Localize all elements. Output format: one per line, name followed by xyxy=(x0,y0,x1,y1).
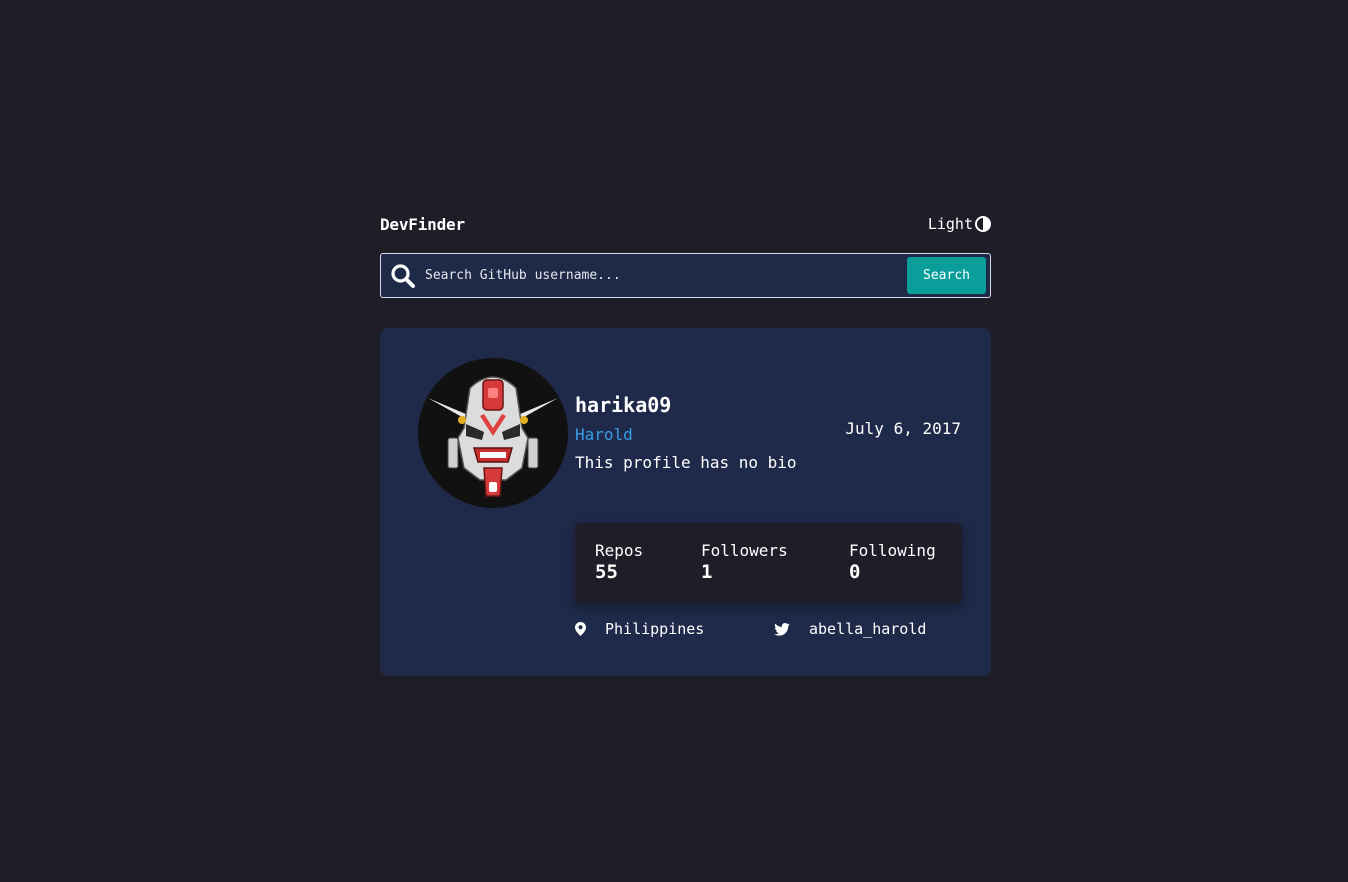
header: DevFinder Light xyxy=(380,210,991,238)
twitter-item[interactable]: abella_harold xyxy=(774,620,926,638)
stat-following: Following 0 xyxy=(849,541,936,583)
stat-repos-label: Repos xyxy=(595,541,644,560)
location-text: Philippines xyxy=(605,620,705,638)
avatar-image xyxy=(418,358,568,508)
stats-panel: Repos 55 Followers 1 Following 0 xyxy=(575,523,962,603)
search-bar: Search xyxy=(380,253,991,298)
stat-following-value: 0 xyxy=(849,561,861,583)
stat-followers-label: Followers xyxy=(701,541,788,560)
bio: This profile has no bio xyxy=(575,453,797,472)
twitter-icon xyxy=(774,622,790,636)
join-date: July 6, 2017 xyxy=(845,419,961,438)
avatar xyxy=(418,358,568,508)
map-pin-icon xyxy=(575,622,586,636)
stat-followers: Followers 1 xyxy=(701,541,788,583)
stat-repos: Repos 55 xyxy=(595,541,643,583)
search-button[interactable]: Search xyxy=(907,257,986,294)
username: harika09 xyxy=(575,393,672,417)
theme-toggle-label: Light xyxy=(927,215,973,233)
search-icon xyxy=(391,263,415,288)
profile-links: Philippines abella_harold xyxy=(575,620,962,640)
theme-toggle-button[interactable]: Light xyxy=(928,215,991,233)
devfinder-app: DevFinder Light Search GitHub username..… xyxy=(380,210,991,676)
profile-name-link[interactable]: Harold xyxy=(575,425,633,449)
search-input[interactable] xyxy=(423,259,907,292)
stat-following-label: Following xyxy=(849,541,936,560)
twitter-handle: abella_harold xyxy=(809,620,927,638)
stat-repos-value: 55 xyxy=(595,561,618,583)
half-circle-icon xyxy=(975,216,991,232)
location-item: Philippines xyxy=(575,620,704,638)
brand-title: DevFinder xyxy=(380,214,465,234)
profile-card: harika09 Harold This profile has no bio … xyxy=(380,328,991,676)
stat-followers-value: 1 xyxy=(701,561,713,583)
